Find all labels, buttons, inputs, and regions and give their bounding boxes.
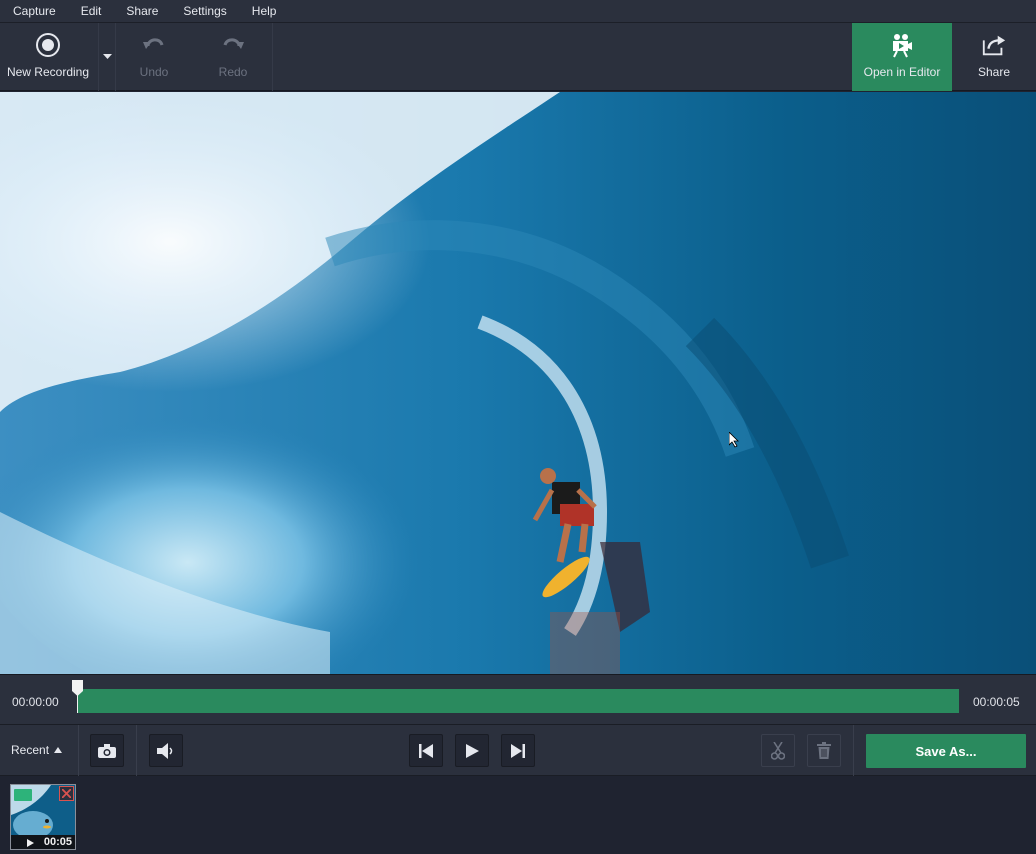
redo-arrow-icon [220, 32, 246, 58]
volume-button[interactable] [149, 734, 183, 767]
new-recording-label: New Recording [6, 65, 90, 79]
undo-arrow-icon [141, 32, 167, 58]
undo-label: Undo [139, 65, 169, 79]
toolbar: New Recording Undo Redo Open in Editor S… [0, 22, 1036, 91]
video-frame-image [0, 92, 1036, 674]
share-box-icon [981, 32, 1007, 58]
speaker-icon [157, 742, 173, 759]
timeline: 00:00:00 00:00:05 [0, 674, 1036, 724]
controls-divider [853, 725, 854, 776]
menu-share[interactable]: Share [114, 0, 171, 22]
skip-forward-button[interactable] [501, 734, 535, 767]
play-button[interactable] [455, 734, 489, 767]
thumbnail-duration: 00:05 [43, 836, 72, 848]
save-as-button[interactable]: Save As... [866, 734, 1026, 768]
mouse-cursor-icon [729, 432, 739, 448]
redo-label: Redo [218, 65, 248, 79]
menu-settings[interactable]: Settings [171, 0, 239, 22]
recent-recording-thumbnail[interactable]: 00:05 [10, 784, 76, 850]
play-icon [27, 839, 34, 847]
toolbar-divider [272, 23, 273, 91]
undo-button[interactable]: Undo [116, 23, 192, 91]
new-recording-button[interactable]: New Recording [0, 23, 96, 91]
menu-bar: Capture Edit Share Settings Help [0, 0, 1036, 22]
share-label: Share [977, 65, 1011, 79]
menu-help[interactable]: Help [240, 0, 290, 22]
camera-icon [98, 743, 116, 758]
current-time: 00:00:00 [12, 695, 59, 709]
playback-controls: Recent Save As... [0, 724, 1036, 776]
chevron-up-icon [54, 747, 63, 753]
share-button[interactable]: Share [952, 23, 1036, 91]
playhead-handle[interactable] [72, 680, 83, 696]
redo-button[interactable]: Redo [194, 23, 272, 91]
menu-capture[interactable]: Capture [0, 0, 69, 22]
recent-toggle[interactable]: Recent [11, 743, 63, 757]
folder-icon [14, 789, 32, 801]
total-time: 00:00:05 [973, 695, 1020, 709]
cut-button[interactable] [761, 734, 795, 767]
timeline-track[interactable] [77, 689, 959, 713]
open-in-editor-button[interactable]: Open in Editor [852, 23, 952, 91]
menu-edit[interactable]: Edit [69, 0, 115, 22]
chevron-down-icon [103, 54, 112, 59]
new-recording-dropdown[interactable] [100, 23, 115, 91]
close-icon [62, 789, 71, 798]
film-camera-icon [889, 32, 915, 58]
scissors-icon [771, 741, 785, 760]
play-icon [465, 743, 479, 758]
screenshot-button[interactable] [90, 734, 124, 767]
skip-forward-icon [511, 743, 525, 758]
recent-label: Recent [11, 743, 50, 757]
controls-divider [78, 725, 79, 776]
remove-recording-button[interactable] [59, 786, 74, 801]
toolbar-divider [98, 23, 99, 91]
delete-button[interactable] [807, 734, 841, 767]
video-preview[interactable] [0, 92, 1036, 674]
recent-recordings-strip: 00:05 [0, 777, 1036, 854]
controls-divider [136, 725, 137, 776]
skip-back-button[interactable] [409, 734, 443, 767]
thumbnail-duration-bar: 00:05 [11, 835, 75, 849]
record-circle-icon [35, 32, 61, 58]
skip-back-icon [419, 743, 433, 758]
open-in-editor-label: Open in Editor [863, 65, 941, 79]
trash-icon [817, 742, 831, 759]
